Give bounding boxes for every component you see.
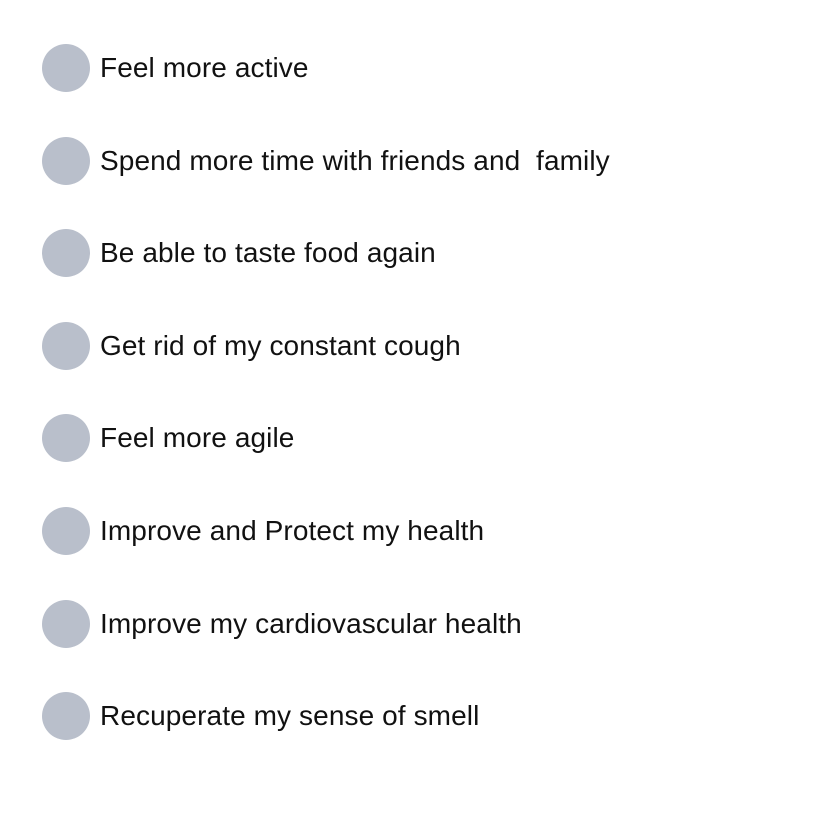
option-label: Spend more time with friends and family	[100, 144, 610, 176]
radio-button[interactable]	[42, 506, 90, 555]
option-recuperate-smell[interactable]: Recuperate my sense of smell	[42, 692, 802, 741]
option-label: Improve my cardiovascular health	[100, 607, 522, 639]
option-improve-cardiovascular-health[interactable]: Improve my cardiovascular health	[42, 599, 802, 648]
goal-options-list: Feel more active Spend more time with fr…	[42, 44, 802, 741]
radio-button[interactable]	[42, 599, 90, 648]
option-improve-protect-health[interactable]: Improve and Protect my health	[42, 506, 802, 555]
radio-button[interactable]	[42, 414, 90, 463]
option-label: Get rid of my constant cough	[100, 329, 461, 361]
radio-button[interactable]	[42, 136, 90, 185]
option-label: Recuperate my sense of smell	[100, 700, 480, 732]
radio-button[interactable]	[42, 321, 90, 370]
option-label: Feel more active	[100, 52, 309, 83]
option-feel-more-active[interactable]: Feel more active	[42, 44, 802, 92]
option-feel-more-agile[interactable]: Feel more agile	[42, 414, 802, 463]
radio-button[interactable]	[42, 229, 90, 278]
option-taste-food[interactable]: Be able to taste food again	[42, 229, 802, 278]
option-get-rid-of-cough[interactable]: Get rid of my constant cough	[42, 321, 802, 370]
radio-button[interactable]	[42, 44, 90, 92]
option-label: Be able to taste food again	[100, 237, 436, 269]
option-spend-time-friends-family[interactable]: Spend more time with friends and family	[42, 136, 802, 185]
radio-button[interactable]	[42, 692, 90, 741]
option-label: Feel more agile	[100, 422, 295, 454]
option-label: Improve and Protect my health	[100, 514, 485, 546]
